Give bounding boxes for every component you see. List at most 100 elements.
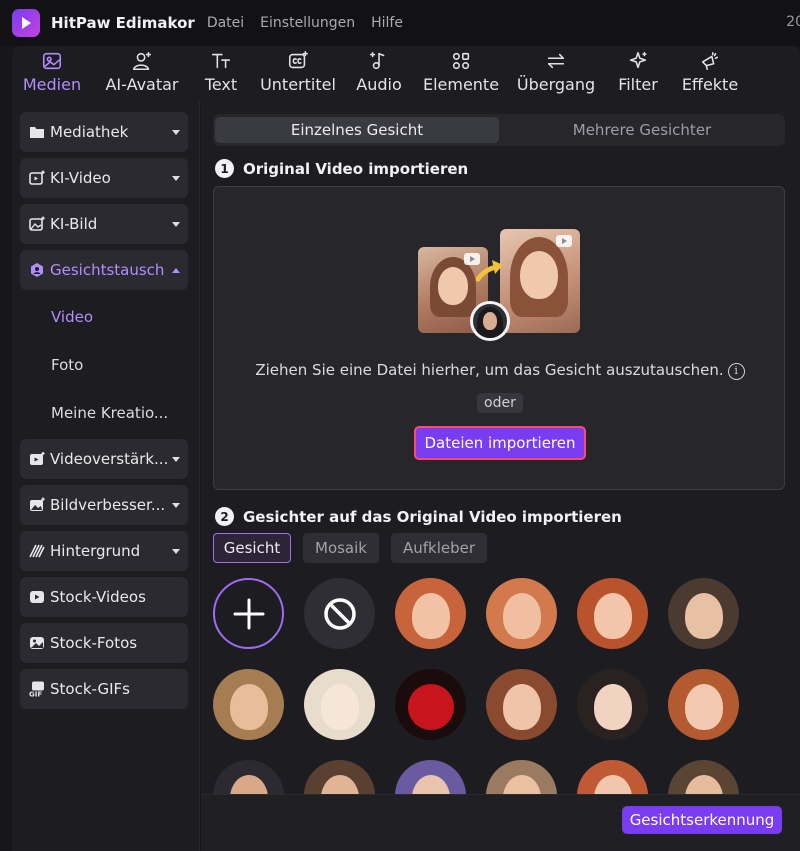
tool-medien[interactable]: Medien xyxy=(12,46,92,102)
swap-arrow-icon xyxy=(476,260,503,282)
sidebar-item-label: Mediathek xyxy=(50,123,129,141)
face-preset[interactable] xyxy=(486,578,557,649)
ai-video-icon xyxy=(29,170,45,185)
ai-image-icon xyxy=(29,216,45,231)
chevron-up-icon xyxy=(172,267,180,273)
tool-effekte[interactable]: Effekte xyxy=(674,46,746,102)
stock-photo-icon xyxy=(30,637,44,649)
sidebar-item-mediathek[interactable]: Mediathek xyxy=(20,112,188,152)
sidebar-subitem-foto[interactable]: Foto xyxy=(51,356,83,374)
face-swap-illustration xyxy=(418,229,580,341)
left-sidebar: Mediathek KI-Video KI-Bild Gesichtstausc… xyxy=(12,102,200,851)
face-preset[interactable] xyxy=(668,760,739,794)
face-preset[interactable] xyxy=(304,669,375,740)
svg-text:GIF: GIF xyxy=(29,691,42,699)
plus-icon xyxy=(233,598,264,629)
tab-mehrere-gesichter[interactable]: Mehrere Gesichter xyxy=(501,117,783,143)
face-preset[interactable] xyxy=(213,760,284,794)
sidebar-item-label: Gesichtstausch xyxy=(50,261,165,279)
tool-untertitel[interactable]: Untertitel xyxy=(250,46,346,102)
chevron-down-icon xyxy=(172,548,180,554)
transition-icon xyxy=(547,53,565,69)
sidebar-item-label: Stock-GIFs xyxy=(50,680,130,698)
tool-text[interactable]: Text xyxy=(192,46,250,102)
menu-hilfe[interactable]: Hilfe xyxy=(371,15,403,31)
tool-ai-avatar[interactable]: AI-Avatar xyxy=(92,46,192,102)
tab-gesicht[interactable]: Gesicht xyxy=(213,533,291,563)
tab-einzelnes-gesicht[interactable]: Einzelnes Gesicht xyxy=(215,117,499,143)
tool-uebergang[interactable]: Übergang xyxy=(510,46,602,102)
face-preset[interactable] xyxy=(213,669,284,740)
import-files-button[interactable]: Dateien importieren xyxy=(414,426,586,460)
menu-datei[interactable]: Datei xyxy=(207,15,244,31)
or-label: oder xyxy=(477,393,523,413)
filter-icon xyxy=(629,51,647,69)
face-preset[interactable] xyxy=(395,578,466,649)
face-preset[interactable] xyxy=(577,669,648,740)
sidebar-item-label: Hintergrund xyxy=(50,542,141,560)
step-1-heading: 1 Original Video importieren xyxy=(215,159,468,178)
face-preset[interactable] xyxy=(486,669,557,740)
tool-audio[interactable]: Audio xyxy=(346,46,412,102)
target-face-avatar xyxy=(470,301,510,341)
avatar-icon xyxy=(132,51,152,71)
stock-video-icon xyxy=(30,591,44,603)
tool-elemente[interactable]: Elemente xyxy=(412,46,510,102)
tool-label: Audio xyxy=(356,75,402,94)
drop-instruction-text: Ziehen Sie eine Datei hierher, um das Ge… xyxy=(255,361,724,379)
tool-label: Elemente xyxy=(422,75,500,94)
sidebar-item-stock-gifs[interactable]: GIF Stock-GIFs xyxy=(20,669,188,709)
sidebar-item-bildverbesserer[interactable]: Bildverbesser... xyxy=(20,485,188,525)
sidebar-item-ki-bild[interactable]: KI-Bild xyxy=(20,204,188,244)
tool-label: Untertitel xyxy=(260,75,336,94)
text-icon xyxy=(211,53,231,69)
sidebar-item-videoverstaerker[interactable]: Videoverstärk... xyxy=(20,439,188,479)
face-preset[interactable] xyxy=(304,760,375,794)
sidebar-item-label: Bildverbesser... xyxy=(50,496,166,514)
app-logo-icon xyxy=(12,9,40,37)
face-preset[interactable] xyxy=(486,760,557,794)
chevron-down-icon xyxy=(172,221,180,227)
no-face-button[interactable] xyxy=(304,578,375,649)
bottom-action-bar: Gesichtserkennung xyxy=(201,794,800,851)
face-preset[interactable] xyxy=(668,669,739,740)
sidebar-subitem-video[interactable]: Video xyxy=(51,308,93,326)
face-preset[interactable] xyxy=(577,578,648,649)
title-bar: HitPaw Edimakor Datei Einstellungen Hilf… xyxy=(0,0,800,46)
sidebar-item-stock-fotos[interactable]: Stock-Fotos xyxy=(20,623,188,663)
tool-label: Übergang xyxy=(516,75,596,94)
sidebar-item-label: Videoverstärk... xyxy=(50,450,169,468)
sidebar-subitem-meine-kreationen[interactable]: Meine Kreatio... xyxy=(51,404,168,422)
video-enhance-icon xyxy=(30,452,45,465)
face-preset[interactable] xyxy=(395,669,466,740)
folder-icon xyxy=(30,127,44,138)
drop-instruction: Ziehen Sie eine Datei hierher, um das Ge… xyxy=(214,361,786,380)
video-drop-zone[interactable]: Ziehen Sie eine Datei hierher, um das Ge… xyxy=(213,186,785,490)
face-detection-button[interactable]: Gesichtserkennung xyxy=(622,806,782,834)
music-icon xyxy=(369,51,385,70)
add-face-button[interactable] xyxy=(213,578,284,649)
background-icon xyxy=(29,544,45,558)
main-toolbar: Medien AI-Avatar Text Untertitel Audio E… xyxy=(12,46,800,102)
face-preset[interactable] xyxy=(395,760,466,794)
step-number: 1 xyxy=(215,159,234,178)
info-icon[interactable]: i xyxy=(727,363,745,380)
tab-aufkleber[interactable]: Aufkleber xyxy=(391,533,487,563)
menu-bar: Datei Einstellungen Hilfe xyxy=(207,15,419,31)
subtitle-icon xyxy=(288,51,308,69)
gif-icon: GIF xyxy=(29,681,44,699)
sidebar-item-gesichtstausch[interactable]: Gesichtstausch xyxy=(20,250,188,290)
tool-filter[interactable]: Filter xyxy=(602,46,674,102)
face-preset[interactable] xyxy=(577,760,648,794)
chevron-down-icon xyxy=(172,175,180,181)
sidebar-item-label: Stock-Fotos xyxy=(50,634,138,652)
chevron-down-icon xyxy=(172,456,180,462)
tab-mosaik[interactable]: Mosaik xyxy=(303,533,379,563)
menu-einstellungen[interactable]: Einstellungen xyxy=(260,15,355,31)
sidebar-item-stock-videos[interactable]: Stock-Videos xyxy=(20,577,188,617)
sidebar-item-ki-video[interactable]: KI-Video xyxy=(20,158,188,198)
media-icon xyxy=(42,52,62,70)
face-preset[interactable] xyxy=(668,578,739,649)
face-swap-icon xyxy=(31,263,43,277)
sidebar-item-hintergrund[interactable]: Hintergrund xyxy=(20,531,188,571)
